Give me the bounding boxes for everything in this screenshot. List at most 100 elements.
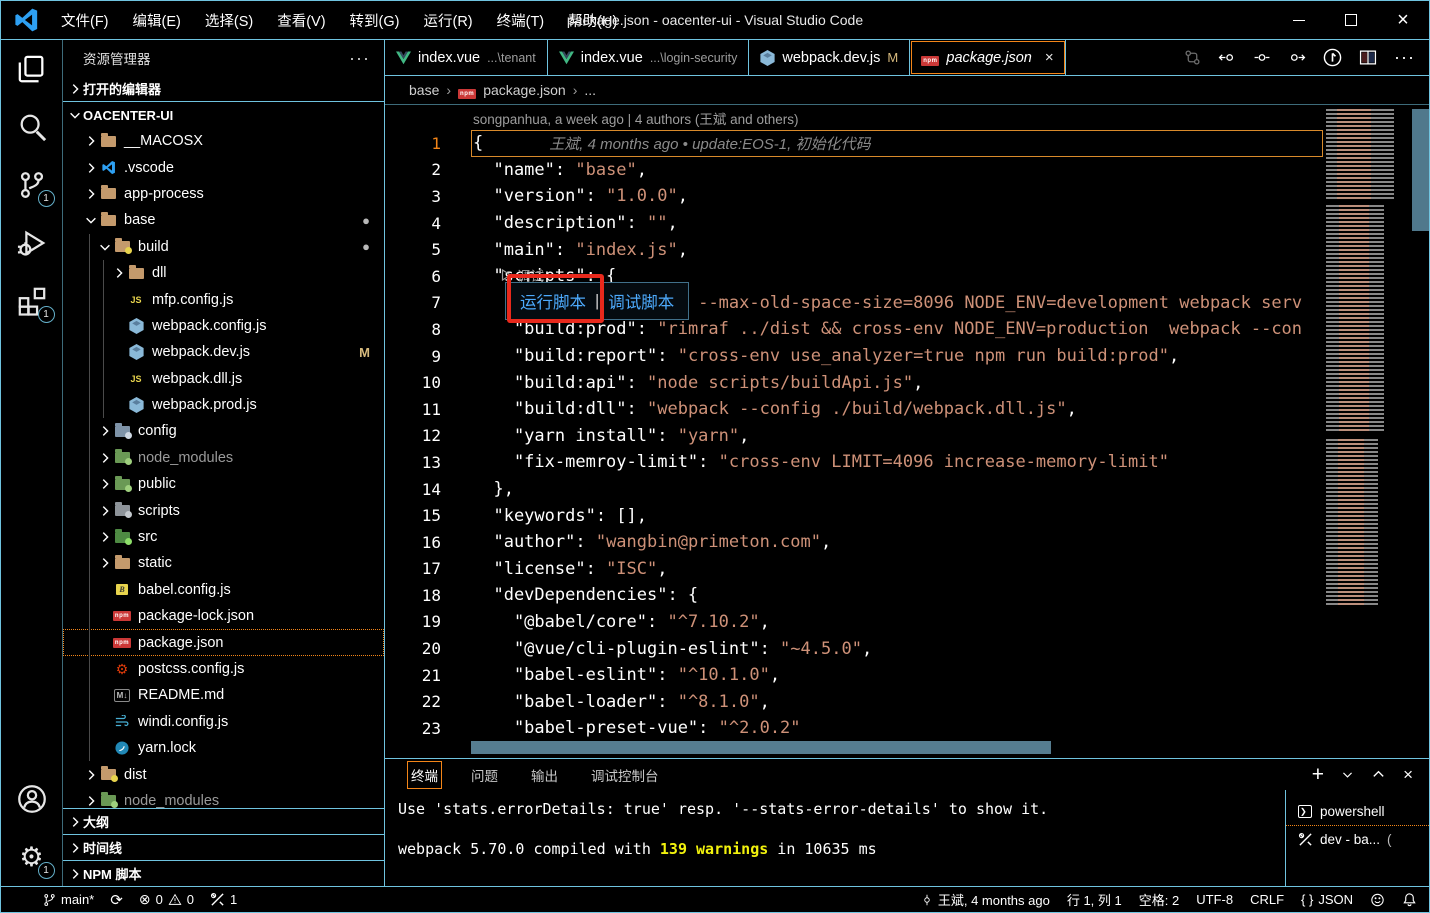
menu-item-V[interactable]: 查看(V)	[265, 1, 337, 39]
terminal-dropdown-icon[interactable]	[1341, 768, 1354, 781]
terminal-instance-powershell[interactable]: ❯powershell	[1286, 798, 1429, 825]
menu-item-F[interactable]: 文件(F)	[49, 1, 121, 39]
vertical-scrollbar[interactable]	[1412, 109, 1429, 231]
code-line-20[interactable]: 20 "@vue/cli-plugin-eslint": "~4.5.0",	[385, 635, 1429, 662]
menu-item-E[interactable]: 编辑(E)	[121, 1, 193, 39]
code-line-21[interactable]: 21 "babel-eslint": "^10.1.0",	[385, 662, 1429, 689]
activity-bar-item-source-control[interactable]: 1	[1, 156, 63, 214]
code-line-2[interactable]: 2 "name": "base",	[385, 157, 1429, 184]
code-line-5[interactable]: 5 "main": "index.js",	[385, 236, 1429, 263]
tree-item-package-lock.json[interactable]: npmpackage-lock.json	[63, 603, 384, 629]
tree-item-app-process[interactable]: app-process	[63, 181, 384, 207]
terminal-output[interactable]: Use 'stats.errorDetails: true' resp. '--…	[385, 790, 1285, 886]
code-line-16[interactable]: 16 "author": "wangbin@primeton.com",	[385, 529, 1429, 556]
split-editor-icon[interactable]	[1359, 49, 1377, 66]
status-sync[interactable]: ⟳	[110, 891, 123, 909]
tree-item-windi.config.js[interactable]: windi.config.js	[63, 709, 384, 735]
close-button[interactable]: ×	[1377, 1, 1429, 39]
sidebar-section-NPM脚本[interactable]: NPM 脚本	[63, 860, 384, 886]
tree-item-.vscode[interactable]: .vscode	[63, 154, 384, 180]
code-line-4[interactable]: 4 "description": "",	[385, 210, 1429, 237]
code-line-18[interactable]: 18 "devDependencies": {	[385, 582, 1429, 609]
status-right-5[interactable]: { }JSON	[1301, 892, 1353, 907]
menu-item-H[interactable]: 帮助(H)	[556, 1, 629, 39]
terminal-instance-devba[interactable]: dev - ba... (	[1286, 825, 1429, 852]
breadcrumb[interactable]: base›npmpackage.json›...	[385, 76, 1429, 105]
status-right-0[interactable]: 王斌, 4 months ago	[921, 890, 1050, 909]
panel-tab-终端[interactable]: 终端	[408, 762, 441, 788]
code-line-17[interactable]: 17 "license": "ISC",	[385, 556, 1429, 583]
editor-tab-webpack.dev.js[interactable]: webpack.dev.jsM	[749, 40, 910, 75]
panel-tab-调试控制台[interactable]: 调试控制台	[588, 762, 662, 788]
code-line-15[interactable]: 15 "keywords": [],	[385, 502, 1429, 529]
status-right-1[interactable]: 行 1, 列 1	[1067, 890, 1122, 909]
breadcrumb-item-1[interactable]: package.json	[483, 82, 566, 98]
status-right-2[interactable]: 空格: 2	[1139, 890, 1179, 909]
next-change-icon[interactable]	[1288, 49, 1306, 66]
breadcrumb-item-2[interactable]: ...	[584, 82, 596, 98]
status-right-7[interactable]	[1402, 892, 1417, 907]
sidebar-section-时间线[interactable]: 时间线	[63, 834, 384, 860]
status-tools[interactable]: 1	[210, 892, 237, 907]
menu-item-S[interactable]: 选择(S)	[193, 1, 265, 39]
code-editor[interactable]: songpanhua, a week ago | 4 authors (王斌 a…	[385, 105, 1429, 758]
tree-item-dist[interactable]: dist	[63, 761, 384, 787]
tree-item-config[interactable]: config	[63, 418, 384, 444]
code-line-3[interactable]: 3 "version": "1.0.0",	[385, 183, 1429, 210]
activity-bar-item-settings[interactable]: ⚙1	[1, 828, 63, 886]
previous-change-icon[interactable]	[1218, 49, 1236, 66]
tree-item-dll[interactable]: dll	[63, 260, 384, 286]
open-editors-section[interactable]: 打开的编辑器	[63, 76, 384, 102]
code-line-13[interactable]: 13 "fix-memroy-limit": "cross-env LIMIT=…	[385, 449, 1429, 476]
tree-item-webpack.dll.js[interactable]: JSwebpack.dll.js	[63, 366, 384, 392]
code-line-19[interactable]: 19 "@babel/core": "^7.10.2",	[385, 609, 1429, 636]
code-line-1[interactable]: 1{王斌, 4 months ago • update:EOS-1, 初始化代码	[385, 130, 1429, 157]
code-line-11[interactable]: 11 "build:dll": "webpack --config ./buil…	[385, 396, 1429, 423]
tree-item-src[interactable]: src	[63, 524, 384, 550]
tree-item-postcss.config.js[interactable]: ⚙postcss.config.js	[63, 656, 384, 682]
tree-item-mfp.config.js[interactable]: JSmfp.config.js	[63, 286, 384, 312]
minimap[interactable]	[1323, 107, 1411, 612]
debug-script-link[interactable]: 调试脚本	[608, 289, 674, 313]
activity-bar-item-explorer[interactable]	[1, 40, 63, 98]
tree-item-node_modules[interactable]: node_modules	[63, 788, 384, 808]
status-branch[interactable]: main*	[43, 892, 94, 907]
menu-item-T[interactable]: 终端(T)	[485, 1, 557, 39]
panel-tab-输出[interactable]: 输出	[528, 762, 561, 788]
tree-item-scripts[interactable]: scripts	[63, 497, 384, 523]
panel-tab-问题[interactable]: 问题	[468, 762, 501, 788]
editor-tab-package.json[interactable]: npmpackage.json×	[910, 40, 1065, 75]
close-tab-icon[interactable]: ×	[1045, 49, 1054, 66]
minimize-button[interactable]	[1273, 1, 1325, 39]
status-right-4[interactable]: CRLF	[1250, 892, 1284, 907]
tree-item-webpack.config.js[interactable]: webpack.config.js	[63, 313, 384, 339]
horizontal-scrollbar[interactable]	[471, 741, 1051, 754]
code-line-12[interactable]: 12 "yarn install": "yarn",	[385, 423, 1429, 450]
tree-item-__MACOSX[interactable]: __MACOSX	[63, 128, 384, 154]
activity-bar-item-account[interactable]	[1, 770, 63, 828]
status-right-6[interactable]	[1370, 893, 1385, 907]
tree-item-base[interactable]: base●	[63, 207, 384, 233]
sidebar-section-大纲[interactable]: 大纲	[63, 808, 384, 834]
changes-icon[interactable]	[1253, 49, 1271, 66]
tree-item-node_modules[interactable]: node_modules	[63, 445, 384, 471]
workspace-root[interactable]: OACENTER-UI	[63, 102, 384, 128]
activity-bar-item-extensions[interactable]: 1	[1, 272, 63, 330]
menu-item-R[interactable]: 运行(R)	[411, 1, 484, 39]
gitlens-features-icon[interactable]	[1323, 48, 1342, 67]
new-terminal-icon[interactable]: +	[1312, 764, 1324, 785]
menu-item-G[interactable]: 转到(G)	[338, 1, 412, 39]
maximize-panel-icon[interactable]	[1371, 767, 1386, 782]
status-errors[interactable]: ⊗00	[139, 891, 194, 908]
gitlens-compare-icon[interactable]	[1184, 49, 1201, 66]
maximize-button[interactable]	[1325, 1, 1377, 39]
tree-item-build[interactable]: build●	[63, 234, 384, 260]
more-actions-icon[interactable]: ···	[1394, 47, 1415, 68]
tree-item-yarn.lock[interactable]: yarn.lock	[63, 735, 384, 761]
tree-item-public[interactable]: public	[63, 471, 384, 497]
breadcrumb-item-0[interactable]: base	[409, 82, 439, 98]
code-line-14[interactable]: 14 },	[385, 476, 1429, 503]
activity-bar-item-search[interactable]	[1, 98, 63, 156]
tree-item-webpack.dev.js[interactable]: webpack.dev.jsM	[63, 339, 384, 365]
sidebar-more-actions-icon[interactable]: ···	[349, 48, 370, 69]
